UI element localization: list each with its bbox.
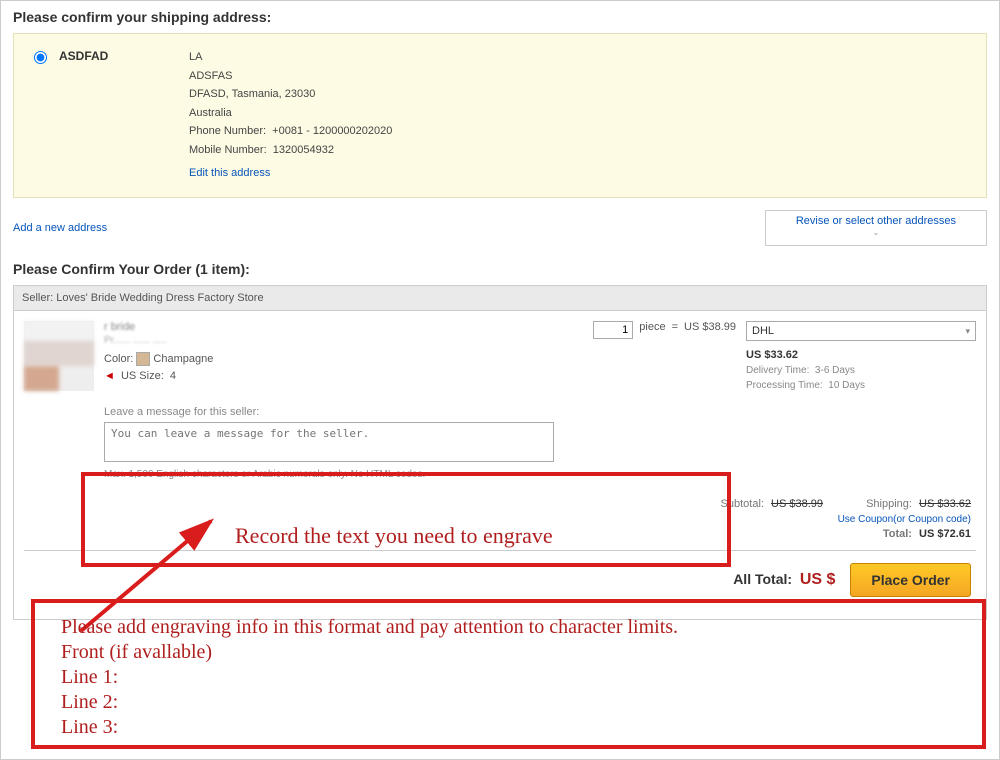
place-order-button[interactable]: Place Order	[850, 563, 971, 597]
shipping-column: DHL ▾ US $33.62 Delivery Time: 3-6 Days …	[746, 321, 976, 391]
chevron-down-icon: ⌄	[796, 228, 956, 237]
address-line3: DFASD, Tasmania, 23030	[189, 86, 392, 104]
shipping-select[interactable]: DHL ▾	[746, 321, 976, 341]
color-row: Color: Champagne	[104, 352, 583, 366]
subtotal-row: Subtotal: US $38.99	[721, 498, 823, 510]
product-title: r bride	[104, 321, 583, 333]
revise-label: Revise or select other addresses	[796, 215, 956, 227]
address-country: Australia	[189, 105, 392, 123]
edit-address-link[interactable]: Edit this address	[189, 165, 270, 183]
address-line2: ADSFAS	[189, 68, 392, 86]
coupon-row: Use Coupon(or Coupon code)	[24, 513, 971, 525]
coupon-link[interactable]: Use Coupon(or Coupon code)	[838, 514, 971, 525]
chevron-down-icon: ▾	[965, 326, 970, 337]
seller-bar: Seller: Loves' Bride Wedding Dress Facto…	[13, 285, 987, 311]
order-title: Please Confirm Your Order (1 item):	[13, 261, 987, 277]
add-address-link[interactable]: Add a new address	[13, 222, 107, 234]
shipping-title: Please confirm your shipping address:	[13, 9, 987, 25]
total-row: Total: US $72.61	[24, 528, 971, 540]
product-subtitle: Pr...... ...... .....	[104, 335, 583, 346]
annotation-line3: Line 3:	[61, 716, 118, 739]
address-details: LA ADSFAS DFASD, Tasmania, 23030 Austral…	[189, 49, 392, 182]
message-hint: Max. 1,500 English characters or Arabic …	[104, 469, 976, 480]
annotation-line1: Line 1:	[61, 666, 118, 689]
address-phone: Phone Number: +0081 - 1200000202020	[189, 123, 392, 141]
size-row: ◄ US Size: 4	[104, 370, 583, 382]
totals: Subtotal: US $38.99 Shipping: US $33.62 …	[24, 498, 976, 540]
message-textarea[interactable]	[104, 422, 554, 462]
message-block: Leave a message for this seller: Max. 1,…	[104, 406, 976, 480]
all-total: All Total: US $	[733, 571, 835, 589]
order-footer: All Total: US $ Place Order	[24, 550, 976, 609]
quantity-input[interactable]	[593, 321, 633, 339]
eq-label: =	[672, 321, 678, 333]
address-mobile: Mobile Number: 1320054932	[189, 142, 392, 160]
annotation-line2: Line 2:	[61, 691, 118, 714]
shipping-method: DHL	[752, 325, 774, 337]
delivery-time: Delivery Time: 3-6 Days	[746, 365, 976, 376]
order-body: r bride Pr...... ...... ..... Color: Cha…	[13, 311, 987, 620]
address-name: ASDFAD	[59, 49, 189, 63]
annotation-format-line2: Front (if avallable)	[61, 641, 212, 664]
product-thumbnail	[24, 321, 94, 391]
checkout-page: Please confirm your shipping address: AS…	[0, 0, 1000, 760]
message-label: Leave a message for this seller:	[104, 406, 976, 418]
shipping-price: US $33.62	[746, 349, 976, 361]
address-line1: LA	[189, 49, 392, 67]
piece-label: piece	[639, 321, 665, 333]
quantity-column: piece = US $38.99	[593, 321, 736, 391]
unit-price: US $38.99	[684, 321, 736, 333]
address-box: ASDFAD LA ADSFAS DFASD, Tasmania, 23030 …	[13, 33, 987, 198]
product-info: r bride Pr...... ...... ..... Color: Cha…	[104, 321, 583, 391]
revise-address-button[interactable]: Revise or select other addresses ⌄	[765, 210, 987, 246]
triangle-icon: ◄	[104, 370, 115, 382]
color-swatch	[136, 352, 150, 366]
shipping-row: Shipping: US $33.62	[866, 498, 971, 510]
address-radio[interactable]	[34, 51, 47, 67]
processing-time: Processing Time: 10 Days	[746, 380, 976, 391]
